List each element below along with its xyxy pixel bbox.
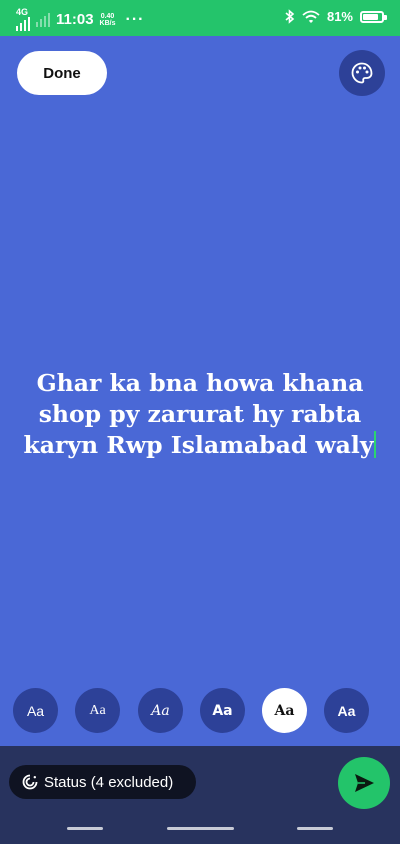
wifi-icon (302, 10, 320, 23)
status-text: Ghar ka bna howa khana shop py zarurat h… (23, 369, 374, 459)
font-option-3[interactable]: Aa (138, 688, 183, 733)
system-nav-bar (0, 827, 400, 833)
status-privacy-button[interactable]: Status (4 excluded) (9, 765, 196, 799)
font-option-2[interactable]: Aa (75, 688, 120, 733)
palette-icon (351, 62, 373, 84)
font-option-5-selected[interactable]: Aa (262, 688, 307, 733)
send-icon (355, 774, 374, 792)
font-option-6[interactable]: Aa (324, 688, 369, 733)
bottom-bar: Status (4 excluded) (0, 746, 400, 844)
nav-home[interactable] (167, 827, 234, 830)
status-ring-icon (22, 774, 38, 790)
nav-recents[interactable] (67, 827, 103, 830)
network-type: 4G (16, 7, 29, 17)
send-button[interactable] (338, 757, 390, 809)
signal-icon (16, 17, 30, 31)
status-text-editor[interactable]: Ghar ka bna howa khana shop py zarurat h… (20, 368, 380, 461)
text-cursor (374, 431, 377, 458)
done-button[interactable]: Done (17, 51, 107, 95)
font-selector: Aa Aa Aa Aa Aa Aa (13, 688, 400, 733)
signal-sim2-icon (36, 12, 50, 27)
network-speed: 0.40 KB/s (99, 12, 116, 27)
status-privacy-label: Status (4 excluded) (44, 773, 174, 791)
network-indicator: 4G (16, 8, 30, 31)
more-notifications-icon: ··· (125, 10, 145, 28)
battery-icon (360, 10, 387, 23)
nav-back[interactable] (297, 827, 333, 830)
bluetooth-icon (285, 9, 295, 24)
status-right: 81% (285, 9, 387, 24)
palette-button[interactable] (339, 50, 385, 96)
battery-fill (363, 13, 378, 20)
battery-percent: 81% (326, 9, 353, 24)
font-option-4[interactable]: Aa (200, 688, 245, 733)
font-option-1[interactable]: Aa (13, 688, 58, 733)
clock: 11:03 (56, 11, 94, 28)
status-left: 4G 11:03 0.40 KB/s ··· (16, 8, 144, 31)
status-bar: 4G 11:03 0.40 KB/s ··· 81% (0, 0, 400, 36)
